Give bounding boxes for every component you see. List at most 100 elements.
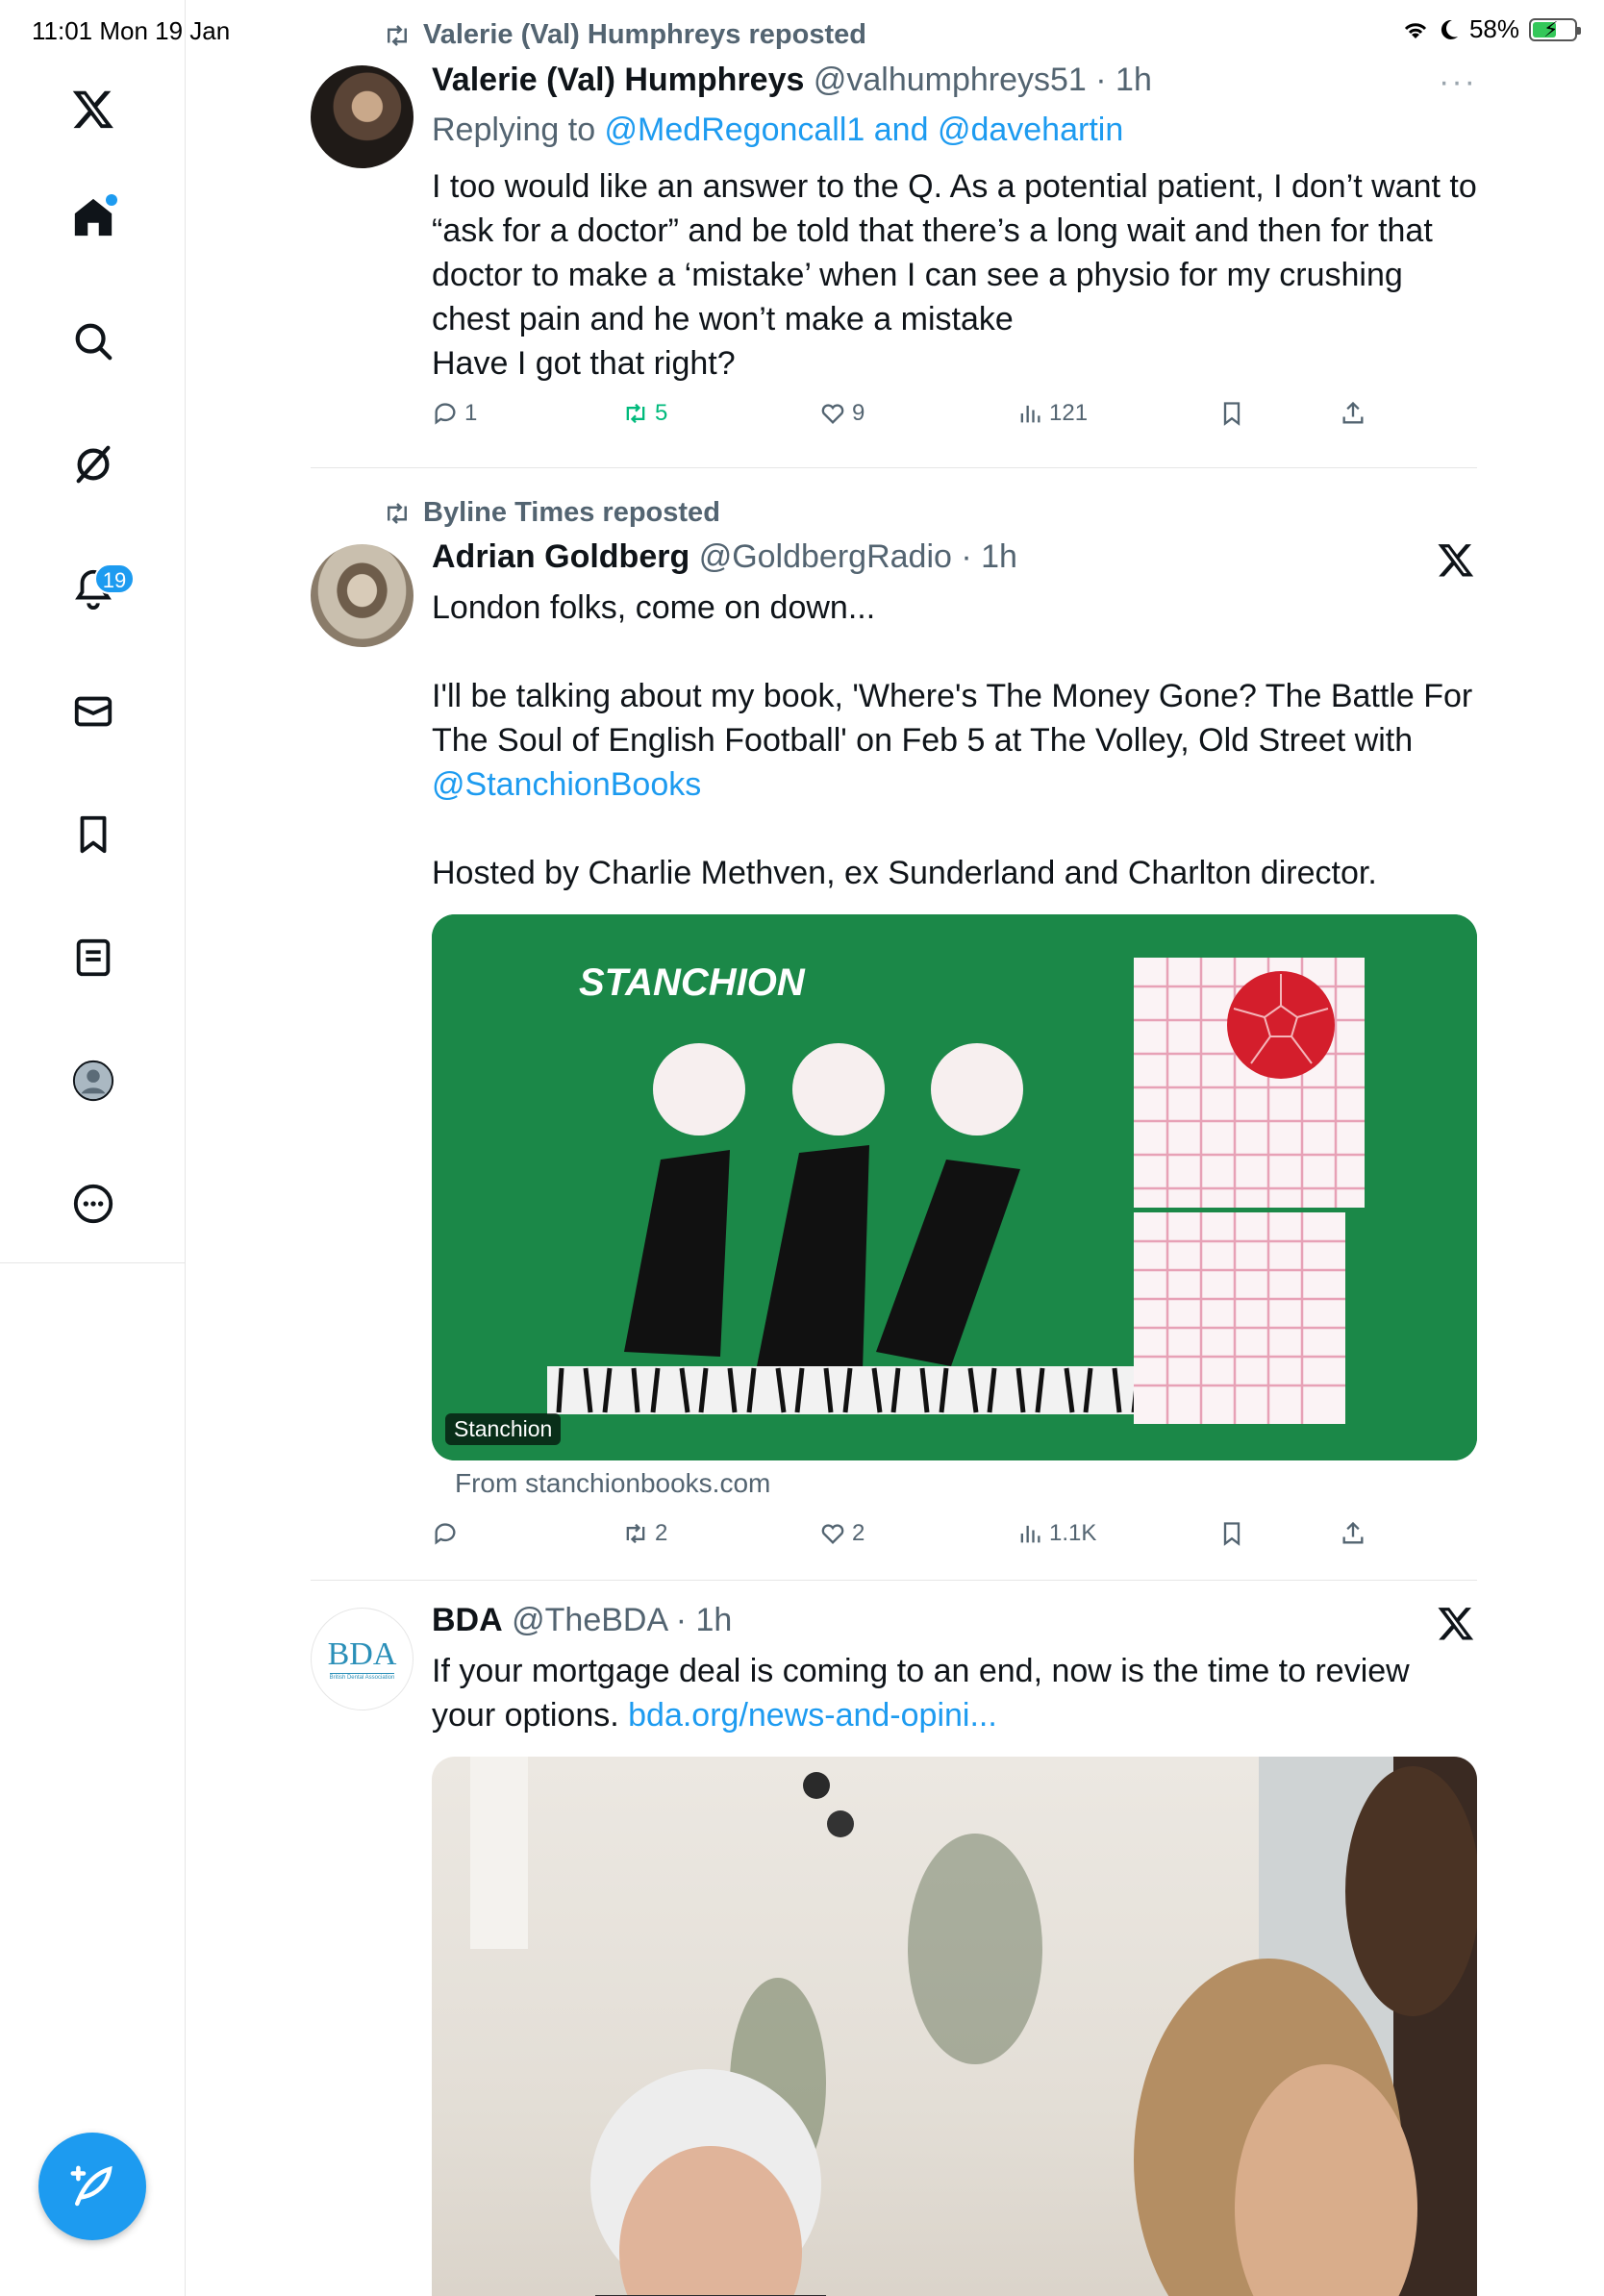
reply-count: 1 [464,400,478,426]
tweet-text-host: Hosted by Charlie Methven, ex Sunderland… [432,855,1377,891]
repost-button[interactable]: 5 [622,400,667,427]
tweet-header: Adrian Goldberg @GoldbergRadio · 1h [432,538,1017,576]
charging-bolt-icon: ⚡ [1543,16,1559,41]
heart-icon [821,404,844,424]
reply-icon [435,1523,456,1545]
bookmark-button[interactable] [1218,400,1245,427]
repost-indicator: Byline Times reposted [383,497,720,529]
repost-icon [388,24,407,46]
share-button[interactable] [1340,400,1366,427]
reply-button[interactable]: 1 [432,400,477,427]
battery-percent: 58% [1468,14,1519,43]
wifi-icon [1404,22,1427,38]
repost-count: 2 [655,1520,668,1546]
author-handle[interactable]: @valhumphreys51 · 1h [814,62,1152,98]
sidebar: 19 [0,0,186,2296]
view-count: 1.1K [1049,1520,1097,1546]
like-button[interactable]: 9 [819,400,865,427]
share-button[interactable] [1340,1520,1366,1547]
more-options-icon[interactable]: ··· [1439,63,1477,101]
x-logo-icon[interactable] [0,70,186,147]
avatar-subtext: British Dental Association [329,1672,395,1681]
repost-icon [626,403,645,424]
like-button[interactable]: 2 [819,1520,865,1547]
bookmark-button[interactable] [1218,1520,1245,1547]
views-icon [1020,405,1040,423]
reply-context: Replying to @MedRegoncall1 and @davehart… [432,108,1480,152]
author-name[interactable]: BDA [432,1602,503,1638]
status-indicators: 58% ⚡ [1402,14,1581,44]
view-count: 121 [1049,400,1089,426]
search-icon [75,323,112,361]
share-icon [1342,1521,1364,1544]
reply-button[interactable] [432,1520,464,1547]
bookmark-icon [80,815,106,854]
author-name[interactable]: Valerie (Val) Humphreys [432,62,804,98]
avatar[interactable] [311,65,414,168]
views-button[interactable]: 1.1K [1016,1520,1096,1547]
reply-to-users[interactable]: @MedRegoncall1 and @davehartin [605,112,1124,148]
sidebar-item-more[interactable] [0,1165,186,1242]
sidebar-separator [0,1262,186,1263]
views-icon [1020,1525,1040,1543]
tweet-divider [311,467,1477,468]
views-button[interactable]: 121 [1016,400,1088,427]
repost-by-text: Valerie (Val) Humphreys reposted [423,19,866,50]
tweet-header: BDA @TheBDA · 1h [432,1602,732,1639]
list-icon [76,938,110,977]
reply-icon [435,403,456,425]
share-icon [1342,401,1364,424]
like-count: 9 [852,400,865,426]
card-source[interactable]: From stanchionbooks.com [455,1468,770,1499]
sidebar-item-bookmarks[interactable] [0,796,186,873]
moon-icon [1441,19,1458,39]
like-count: 2 [852,1520,865,1546]
tweet-text: I too would like an answer to the Q. As … [432,168,1477,382]
mention-link[interactable]: @StanchionBooks [432,766,701,803]
tweet-actions: 2 2 1.1K [432,1520,1364,1559]
compose-feather-icon [70,2165,113,2207]
stanchion-artwork: STANCHION [432,914,1477,1460]
tweet-actions: 1 5 9 121 [432,400,1364,438]
repost-count: 5 [655,400,668,426]
profile-icon [72,1060,113,1102]
battery-icon: ⚡ [1529,16,1581,41]
sidebar-item-notifications[interactable]: 19 [0,550,186,627]
mail-icon [74,696,112,727]
heart-icon [821,1524,844,1544]
avatar[interactable] [311,544,414,647]
more-circle-icon [73,1184,113,1224]
author-handle[interactable]: @GoldbergRadio · 1h [699,538,1017,575]
x-logo-icon [1438,1608,1474,1640]
x-logo-icon [1438,544,1474,577]
office-photo-illustration [470,1757,1477,2296]
sidebar-item-messages[interactable] [0,673,186,750]
tweet-text-line: London folks, come on down... [432,589,876,626]
bookmark-icon [1223,402,1241,426]
card-label: Stanchion [445,1413,562,1445]
sidebar-item-lists[interactable] [0,919,186,996]
repost-icon [626,1523,645,1544]
repost-button[interactable]: 2 [622,1520,667,1547]
tweet-divider [311,1580,1477,1581]
home-unread-dot [106,194,117,206]
sidebar-item-profile[interactable] [0,1042,186,1119]
compose-button[interactable] [38,2133,146,2240]
sidebar-item-home[interactable] [0,179,186,256]
sidebar-item-search[interactable] [0,303,186,380]
tweet-header: Valerie (Val) Humphreys @valhumphreys51 … [432,62,1152,99]
author-name[interactable]: Adrian Goldberg [432,538,689,575]
sidebar-item-grok[interactable] [0,426,186,503]
card-brand-text: STANCHION [579,961,806,1004]
repost-by-text: Byline Times reposted [423,497,720,528]
notification-badge: 19 [94,563,135,594]
link-card-image[interactable]: STANCHION Stanchion [432,914,1477,1460]
avatar[interactable]: BDA British Dental Association [311,1608,414,1710]
repost-icon [388,502,407,524]
replying-to-label: Replying to [432,112,605,148]
avatar-text: BDA [327,1635,397,1672]
article-link[interactable]: bda.org/news-and-opini... [628,1697,997,1734]
tweet-photo[interactable] [432,1757,1477,2296]
repost-indicator: Valerie (Val) Humphreys reposted [383,19,866,51]
author-handle[interactable]: @TheBDA · 1h [512,1602,732,1638]
